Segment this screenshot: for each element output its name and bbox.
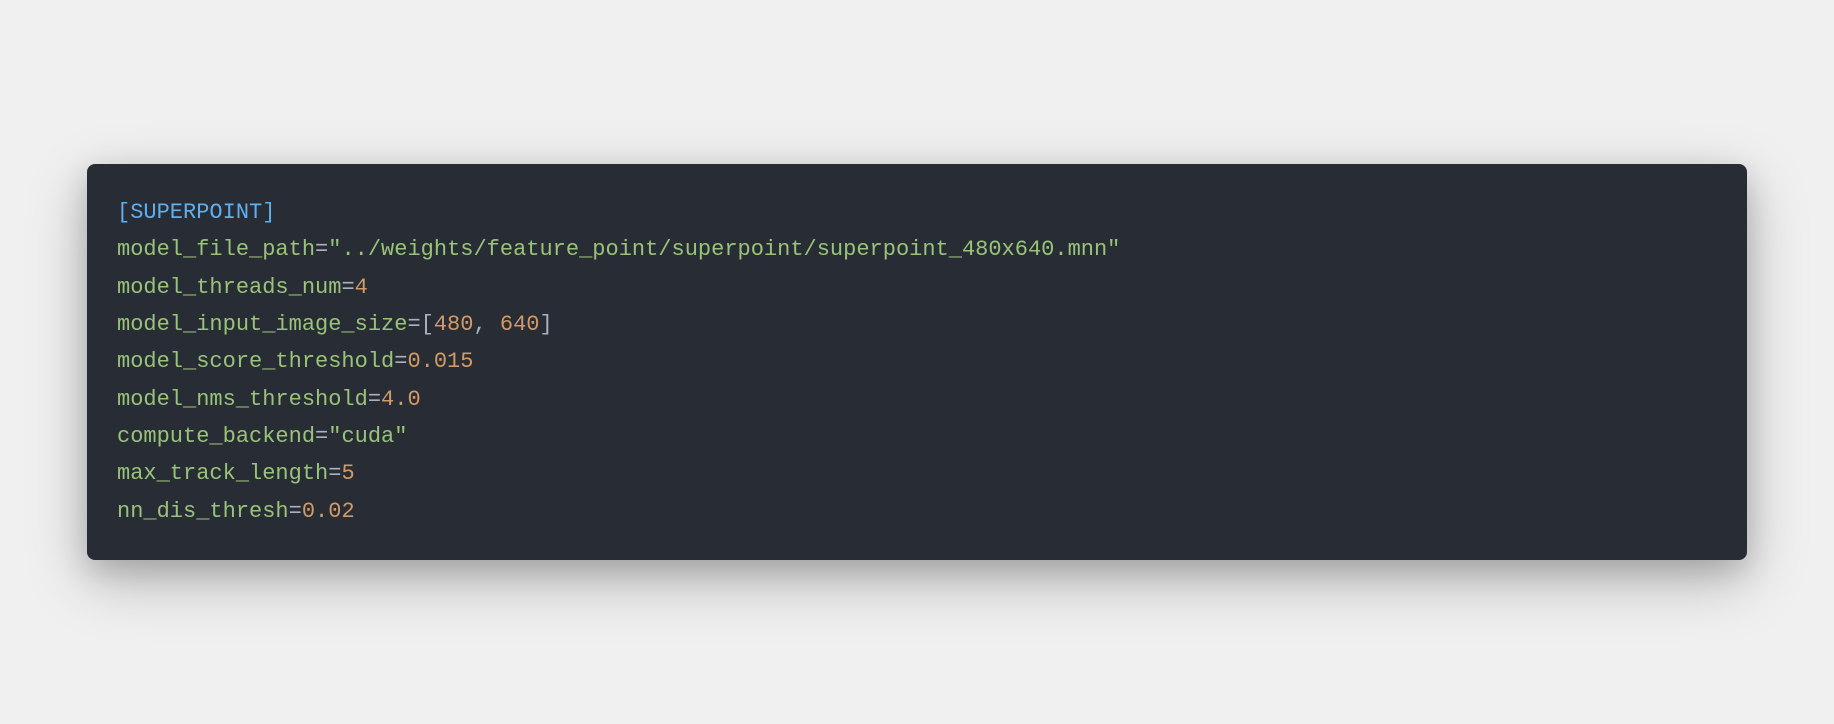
section-label: [SUPERPOINT] [117,200,275,225]
config-key: max_track_length [117,461,328,486]
equals-sign: = [289,499,302,524]
config-key: nn_dis_thresh [117,499,289,524]
equals-sign: = [368,387,381,412]
config-line: model_file_path="../weights/feature_poin… [117,231,1717,268]
config-key: model_nms_threshold [117,387,368,412]
equals-sign: = [315,424,328,449]
config-section-header: [SUPERPOINT] [117,194,1717,231]
config-line: model_threads_num=4 [117,269,1717,306]
equals-sign: = [341,275,354,300]
config-value: 5 [341,461,354,486]
config-key: model_input_image_size [117,312,407,337]
config-value: 4.0 [381,387,421,412]
array-item: 640 [500,312,540,337]
bracket-open: [ [421,312,434,337]
config-line: model_input_image_size=[480, 640] [117,306,1717,343]
config-key: model_score_threshold [117,349,394,374]
config-value: 0.015 [407,349,473,374]
config-key: model_file_path [117,237,315,262]
array-item: 480 [434,312,474,337]
config-line: max_track_length=5 [117,455,1717,492]
config-line: nn_dis_thresh=0.02 [117,493,1717,530]
config-value: 4 [355,275,368,300]
config-key: compute_backend [117,424,315,449]
array-separator: , [473,312,499,337]
config-value: "../weights/feature_point/superpoint/sup… [328,237,1120,262]
config-key: model_threads_num [117,275,341,300]
config-line: model_score_threshold=0.015 [117,343,1717,380]
config-line: compute_backend="cuda" [117,418,1717,455]
config-value: 0.02 [302,499,355,524]
equals-sign: = [394,349,407,374]
config-value: "cuda" [328,424,407,449]
code-block: [SUPERPOINT] model_file_path="../weights… [87,164,1747,561]
equals-sign: = [328,461,341,486]
config-line: model_nms_threshold=4.0 [117,381,1717,418]
equals-sign: = [315,237,328,262]
equals-sign: = [407,312,420,337]
bracket-close: ] [539,312,552,337]
